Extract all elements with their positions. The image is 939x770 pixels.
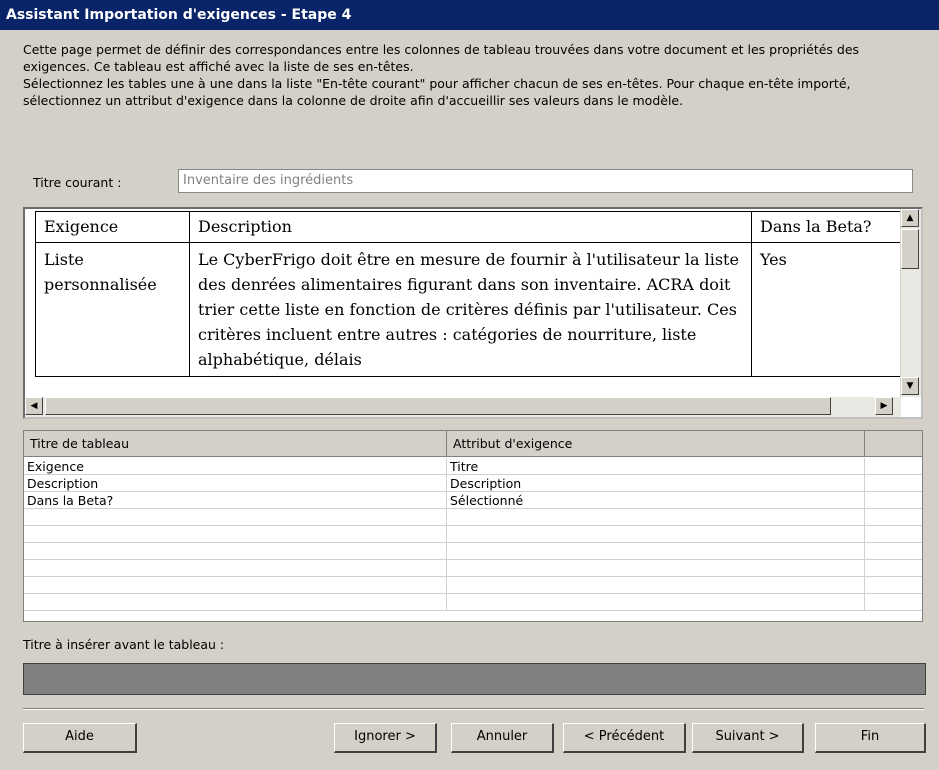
intro-text: Cette page permet de définir des corresp… [23, 41, 928, 109]
empty-row [24, 594, 922, 611]
window-title: Assistant Importation d'exigences - Etap… [0, 0, 939, 30]
mapping-table-title-cell: Exigence [24, 458, 447, 475]
empty-row [24, 526, 922, 543]
button-separator [23, 708, 924, 710]
current-title-field[interactable]: Inventaire des ingrédients [178, 169, 913, 193]
mapping-extra-cell [865, 475, 922, 492]
mapping-extra-cell [865, 458, 922, 475]
preview-cell-description: Le CyberFrigo doit être en mesure de fou… [189, 242, 752, 377]
empty-row [24, 577, 922, 594]
table-preview[interactable]: Exigence Description Dans la Beta? Liste… [23, 207, 923, 419]
mapping-table-title-cell: Dans la Beta? [24, 492, 447, 509]
intro-paragraph-1: Cette page permet de définir des corresp… [23, 42, 860, 74]
mapping-header-attribute[interactable]: Attribut d'exigence [447, 431, 865, 457]
insert-title-field [23, 663, 926, 695]
ignore-button[interactable]: Ignorer > [334, 723, 437, 753]
preview-vertical-scrollbar[interactable]: ▲ ▼ [900, 209, 921, 397]
mapping-attribute-cell[interactable]: Titre [447, 458, 865, 475]
table-row[interactable]: Exigence Titre [24, 458, 922, 475]
scroll-down-icon[interactable]: ▼ [901, 377, 919, 395]
empty-row [24, 509, 922, 526]
preview-cell-beta: Yes [751, 242, 909, 377]
intro-paragraph-2: Sélectionnez les tables une à une dans l… [23, 76, 851, 108]
preview-grid: Exigence Description Dans la Beta? Liste… [35, 211, 915, 395]
horizontal-scroll-thumb[interactable] [45, 397, 831, 415]
mapping-header-extra [865, 431, 922, 457]
preview-header-exigence: Exigence [35, 211, 190, 243]
preview-header-beta: Dans la Beta? [751, 211, 909, 243]
scroll-up-icon[interactable]: ▲ [901, 209, 919, 227]
mapping-header-table-title[interactable]: Titre de tableau [24, 431, 447, 457]
table-row[interactable]: Description Description [24, 475, 922, 492]
mapping-header-row: Titre de tableau Attribut d'exigence [24, 431, 922, 457]
mapping-attribute-cell[interactable]: Description [447, 475, 865, 492]
table-row[interactable]: Dans la Beta? Sélectionné [24, 492, 922, 509]
vertical-scroll-thumb[interactable] [901, 229, 919, 269]
next-button[interactable]: Suivant > [692, 723, 804, 753]
wizard-window: Assistant Importation d'exigences - Etap… [0, 0, 939, 770]
mapping-attribute-cell[interactable]: Sélectionné [447, 492, 865, 509]
mapping-grid[interactable]: Titre de tableau Attribut d'exigence Exi… [23, 430, 923, 622]
current-title-label: Titre courant : [33, 175, 122, 190]
help-button[interactable]: Aide [23, 723, 137, 753]
scroll-left-icon[interactable]: ◀ [25, 397, 43, 415]
preview-cell-exigence: Liste personnalisée [35, 242, 190, 377]
preview-horizontal-scrollbar[interactable]: ◀ ▶ [25, 397, 901, 417]
empty-row [24, 560, 922, 577]
previous-button[interactable]: < Précédent [563, 723, 686, 753]
mapping-table-title-cell: Description [24, 475, 447, 492]
insert-title-label: Titre à insérer avant le tableau : [23, 637, 225, 652]
scroll-right-icon[interactable]: ▶ [875, 397, 893, 415]
mapping-extra-cell [865, 492, 922, 509]
preview-header-description: Description [189, 211, 752, 243]
finish-button[interactable]: Fin [815, 723, 926, 753]
empty-row [24, 543, 922, 560]
cancel-button[interactable]: Annuler [451, 723, 554, 753]
